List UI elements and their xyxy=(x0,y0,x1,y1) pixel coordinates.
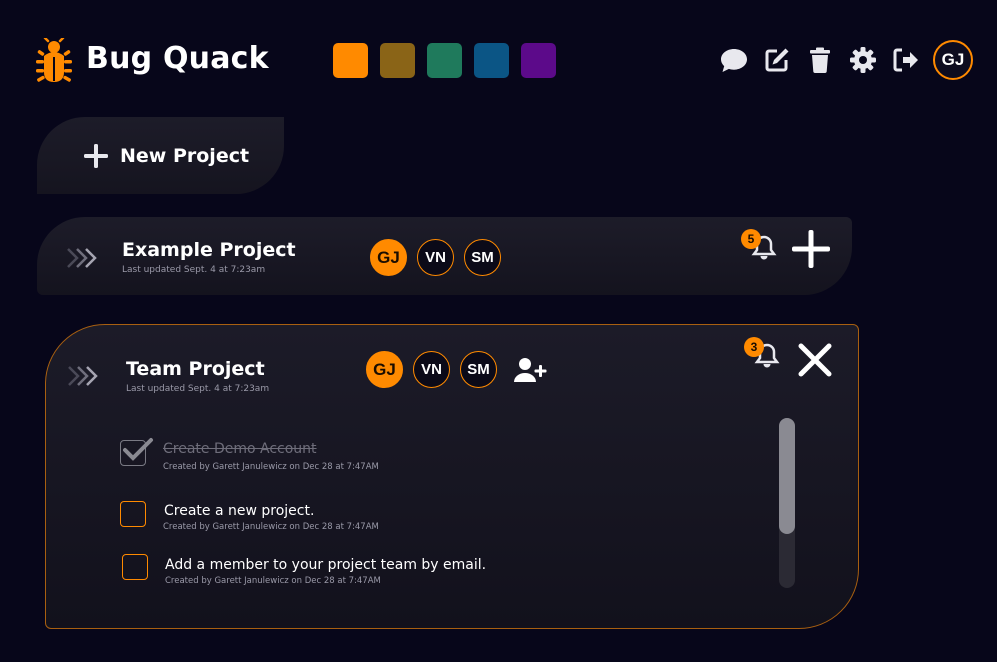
toolbar: GJ xyxy=(708,40,973,80)
member-avatar[interactable]: GJ xyxy=(366,351,403,388)
gear-icon[interactable] xyxy=(846,43,880,77)
project-title: Example Project xyxy=(122,239,296,261)
new-project-button[interactable]: New Project xyxy=(37,117,284,194)
task-meta: Created by Garett Janulewicz on Dec 28 a… xyxy=(165,576,381,586)
checkmark-icon xyxy=(123,438,153,461)
chevron-right-icon[interactable] xyxy=(66,247,100,269)
new-project-label: New Project xyxy=(120,144,250,167)
logout-icon[interactable] xyxy=(889,43,923,77)
theme-swatches xyxy=(333,43,556,78)
member-list: GJ VN SM xyxy=(370,239,511,276)
chat-icon[interactable] xyxy=(717,43,751,77)
project-updated: Last updated Sept. 4 at 7:23am xyxy=(126,384,270,394)
task-checkbox[interactable] xyxy=(120,501,146,527)
chevron-right-icon[interactable] xyxy=(67,365,101,387)
task-meta: Created by Garett Janulewicz on Dec 28 a… xyxy=(163,462,379,472)
member-avatar[interactable]: VN xyxy=(417,239,454,276)
member-list: GJ VN SM xyxy=(366,351,547,388)
member-avatar[interactable]: SM xyxy=(464,239,501,276)
app-title: Bug Quack xyxy=(86,41,269,76)
app-root: Bug Quack GJ New Project Example Project… xyxy=(0,0,997,662)
close-icon[interactable] xyxy=(793,338,837,382)
expand-plus-icon[interactable] xyxy=(789,227,833,271)
member-avatar[interactable]: SM xyxy=(460,351,497,388)
bug-icon xyxy=(36,38,72,82)
task-title: Create Demo Account xyxy=(163,441,317,457)
task-scrollbar[interactable] xyxy=(779,418,795,588)
notification-bell[interactable]: 3 xyxy=(744,337,782,373)
swatch-green[interactable] xyxy=(427,43,462,78)
user-avatar[interactable]: GJ xyxy=(933,40,973,80)
task-title: Add a member to your project team by ema… xyxy=(165,557,487,573)
task-meta: Created by Garett Janulewicz on Dec 28 a… xyxy=(163,522,379,532)
notification-bell[interactable]: 5 xyxy=(741,229,779,265)
notification-count: 3 xyxy=(744,337,764,357)
notification-count: 5 xyxy=(741,229,761,249)
project-title: Team Project xyxy=(126,358,265,380)
trash-icon[interactable] xyxy=(803,43,837,77)
scrollbar-thumb[interactable] xyxy=(779,418,795,534)
project-card-team[interactable]: Team Project Last updated Sept. 4 at 7:2… xyxy=(45,324,859,629)
swatch-gold[interactable] xyxy=(380,43,415,78)
project-card-example[interactable]: Example Project Last updated Sept. 4 at … xyxy=(37,217,852,295)
member-avatar[interactable]: GJ xyxy=(370,239,407,276)
project-updated: Last updated Sept. 4 at 7:23am xyxy=(122,265,266,275)
swatch-blue[interactable] xyxy=(474,43,509,78)
task-checkbox[interactable] xyxy=(122,554,148,580)
plus-icon xyxy=(84,143,108,168)
member-avatar[interactable]: VN xyxy=(413,351,450,388)
add-member-icon[interactable] xyxy=(513,356,547,384)
swatch-purple[interactable] xyxy=(521,43,556,78)
edit-icon[interactable] xyxy=(760,43,794,77)
task-title: Create a new project. xyxy=(164,503,315,519)
swatch-orange[interactable] xyxy=(333,43,368,78)
